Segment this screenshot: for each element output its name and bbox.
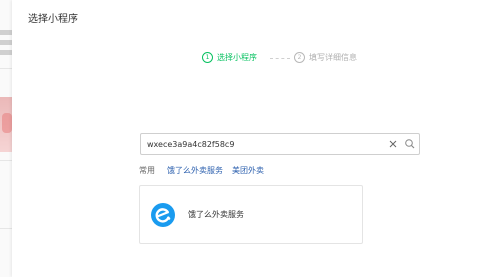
search-box — [140, 133, 420, 155]
step-fill-details: 2 填写详细信息 — [294, 52, 357, 63]
eleme-logo-icon — [151, 203, 175, 227]
step-label: 填写详细信息 — [309, 53, 357, 62]
background-text — [0, 40, 12, 45]
background-text — [0, 30, 12, 35]
result-name: 饿了么外卖服务 — [188, 210, 244, 219]
step-connector — [270, 58, 290, 59]
step-label: 选择小程序 — [217, 53, 257, 62]
common-tags: 常用 饿了么外卖服务 美团外卖 — [139, 165, 273, 176]
common-label: 常用 — [139, 166, 155, 175]
step-select-miniprogram: 1 选择小程序 — [202, 52, 257, 63]
dialog-title: 选择小程序 — [28, 14, 78, 25]
search-icon[interactable] — [404, 138, 416, 150]
result-card-eleme[interactable]: 饿了么外卖服务 — [139, 185, 363, 244]
select-miniprogram-dialog: 选择小程序 1 选择小程序 2 填写详细信息 常用 饿了么外卖服务 美团外卖 饿… — [12, 0, 500, 277]
background-text — [0, 50, 12, 55]
background-banner-graphic — [2, 113, 12, 133]
step-number: 2 — [294, 52, 305, 63]
search-input[interactable] — [147, 134, 369, 154]
step-number: 1 — [202, 52, 213, 63]
tag-eleme[interactable]: 饿了么外卖服务 — [167, 165, 223, 176]
tag-meituan[interactable]: 美团外卖 — [232, 165, 264, 176]
clear-icon[interactable] — [387, 138, 399, 150]
